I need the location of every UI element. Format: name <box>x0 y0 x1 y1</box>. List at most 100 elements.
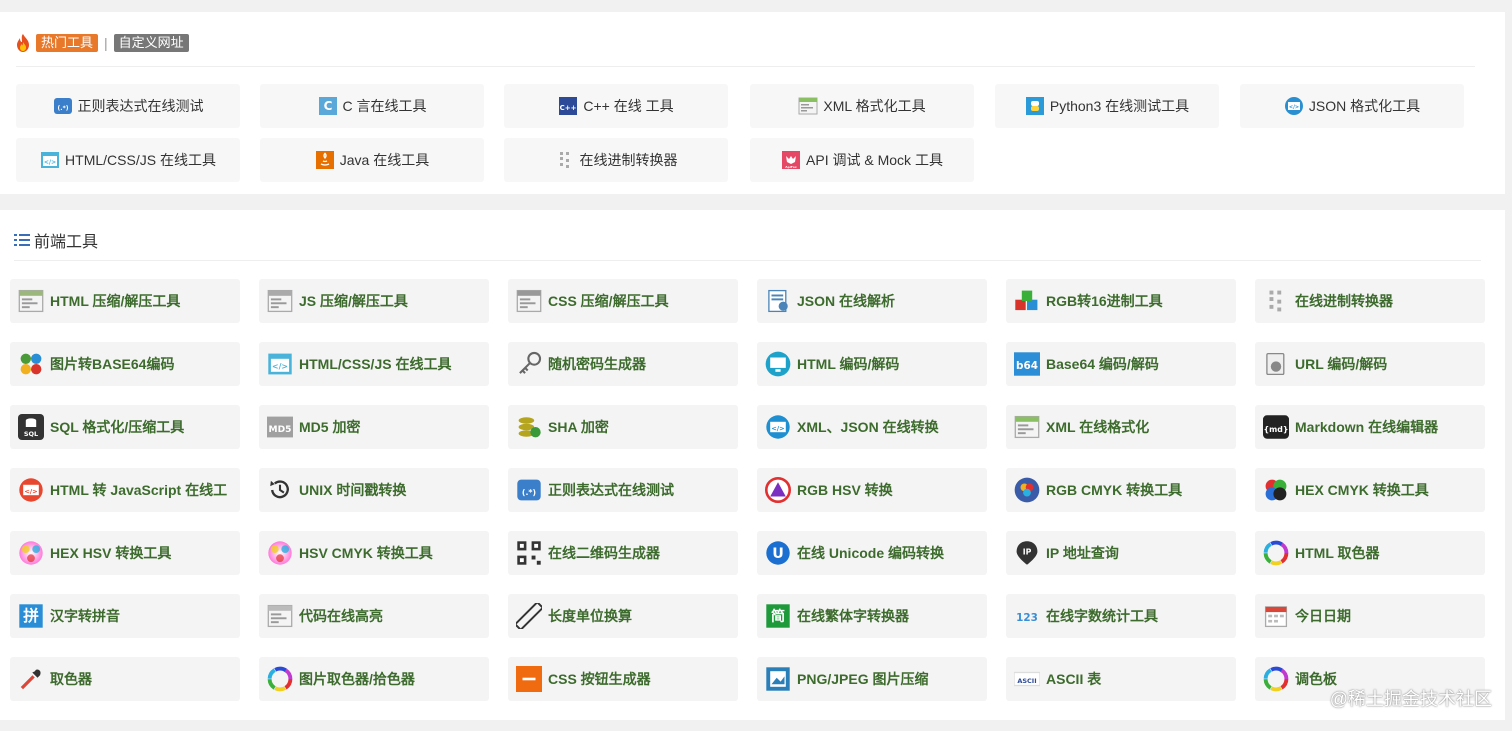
hot-tool-item[interactable]: Python3 在线测试工具 <box>995 84 1219 128</box>
frontend-tool-item[interactable]: HTML 压缩/解压工具 <box>10 279 240 323</box>
frontend-tool-item[interactable]: XML 在线格式化 <box>1006 405 1236 449</box>
frontend-tool-item[interactable]: JS 压缩/解压工具 <box>259 279 489 323</box>
frontend-tool-item[interactable]: URL 编码/解码 <box>1255 342 1485 386</box>
frontend-tool-item[interactable]: HEX CMYK 转换工具 <box>1255 468 1485 512</box>
frontend-tool-label: ASCII 表 <box>1046 671 1102 687</box>
hot-tool-label: 正则表达式在线测试 <box>77 98 204 114</box>
frontend-tool-label: RGB转16进制工具 <box>1046 293 1163 309</box>
flame-icon <box>17 34 29 52</box>
frontend-tool-label: PNG/JPEG 图片压缩 <box>797 671 929 687</box>
frontend-tool-item[interactable]: CSS 按钮生成器 <box>508 657 738 701</box>
svg-text:</>: </> <box>44 159 56 166</box>
frontend-tool-item[interactable]: HTML 编码/解码 <box>757 342 987 386</box>
python-icon <box>1025 96 1045 116</box>
frontend-tool-item[interactable]: U 在线 Unicode 编码转换 <box>757 531 987 575</box>
hot-tool-item[interactable]: </> JSON 格式化工具 <box>1240 84 1464 128</box>
palette-icon <box>1263 666 1289 692</box>
frontend-tool-item[interactable]: 今日日期 <box>1255 594 1485 638</box>
html-compress-icon <box>18 288 44 314</box>
hot-tool-item[interactable]: Java 在线工具 <box>260 138 484 182</box>
svg-text:C: C <box>323 99 332 113</box>
frontend-tool-item[interactable]: JSON 在线解析 <box>757 279 987 323</box>
frontend-tool-item[interactable]: b64 Base64 编码/解码 <box>1006 342 1236 386</box>
calendar-icon <box>1263 603 1289 629</box>
frontend-tool-item[interactable]: HEX HSV 转换工具 <box>10 531 240 575</box>
frontend-tool-item[interactable]: SQL SQL 格式化/压缩工具 <box>10 405 240 449</box>
frontend-tool-item[interactable]: 拼汉字转拼音 <box>10 594 240 638</box>
image-base64-icon <box>18 351 44 377</box>
sha-icon <box>516 414 542 440</box>
svg-text:C++: C++ <box>560 104 577 112</box>
frontend-tool-item[interactable]: 随机密码生成器 <box>508 342 738 386</box>
frontend-tool-item[interactable]: 123 在线字数统计工具 <box>1006 594 1236 638</box>
color-wheel-icon <box>1263 540 1289 566</box>
frontend-tool-item[interactable]: {md} Markdown 在线编辑器 <box>1255 405 1485 449</box>
hot-tool-label: 在线进制转换器 <box>579 152 678 168</box>
frontend-tool-item[interactable]: CSS 压缩/解压工具 <box>508 279 738 323</box>
frontend-tool-item[interactable]: SHA 加密 <box>508 405 738 449</box>
css-compress-icon <box>516 288 542 314</box>
frontend-tool-label: HEX HSV 转换工具 <box>50 545 172 561</box>
hot-tool-item[interactable]: C++ C++ 在线 工具 <box>504 84 728 128</box>
hot-tools-tab[interactable]: 热门工具 <box>36 34 99 52</box>
frontend-tool-label: XML、JSON 在线转换 <box>797 419 939 435</box>
frontend-tool-item[interactable]: </> HTML 转 JavaScript 在线工 <box>10 468 240 512</box>
frontend-tool-item[interactable]: UNIX 时间戳转换 <box>259 468 489 512</box>
hot-tool-label: API 调试 & Mock 工具 <box>806 152 943 168</box>
frontend-tool-label: JSON 在线解析 <box>797 293 896 309</box>
frontend-tool-item[interactable]: PNG/JPEG 图片压缩 <box>757 657 987 701</box>
frontend-tool-label: 取色器 <box>50 671 92 687</box>
sql-icon: SQL <box>18 414 44 440</box>
frontend-tool-item[interactable]: HTML 取色器 <box>1255 531 1485 575</box>
xml-json-icon: </> <box>765 414 791 440</box>
svg-text:b64: b64 <box>1016 360 1038 372</box>
frontend-tool-item[interactable]: HSV CMYK 转换工具 <box>259 531 489 575</box>
custom-urls-tab[interactable]: 自定义网址 <box>113 34 189 52</box>
hot-tool-item[interactable]: C C 言在线工具 <box>260 84 484 128</box>
hot-tool-item[interactable]: (.*) 正则表达式在线测试 <box>16 84 240 128</box>
frontend-tool-item[interactable]: 取色器 <box>10 657 240 701</box>
svg-text:拼: 拼 <box>23 606 39 625</box>
frontend-tool-item[interactable]: </> XML、JSON 在线转换 <box>757 405 987 449</box>
frontend-tool-item[interactable]: 图片取色器/拾色器 <box>259 657 489 701</box>
svg-text:SQL: SQL <box>24 430 38 438</box>
frontend-tool-label: IP 地址查询 <box>1046 545 1119 561</box>
svg-text:U: U <box>772 546 784 562</box>
frontend-tool-item[interactable]: 在线进制转换器 <box>1255 279 1485 323</box>
frontend-tool-label: 代码在线高亮 <box>299 608 383 624</box>
frontend-tool-label: 图片取色器/拾色器 <box>299 671 415 687</box>
frontend-tool-item[interactable]: RGB转16进制工具 <box>1006 279 1236 323</box>
frontend-tool-label: 今日日期 <box>1295 608 1351 624</box>
css-button-icon <box>516 666 542 692</box>
svg-text:{md}: {md} <box>1264 425 1289 434</box>
frontend-tool-label: 正则表达式在线测试 <box>548 482 674 498</box>
rgb-hex-icon <box>1014 288 1040 314</box>
svg-text:简: 简 <box>771 607 785 625</box>
frontend-tool-item[interactable]: (.*) 正则表达式在线测试 <box>508 468 738 512</box>
hot-tools-panel: 热门工具 | 自定义网址 (.*) 正则表达式在线测试 C C 言在线工具 C++ C++… <box>0 12 1505 194</box>
frontend-tool-label: 在线 Unicode 编码转换 <box>797 545 945 561</box>
frontend-tool-item[interactable]: MD5 MD5 加密 <box>259 405 489 449</box>
hot-tool-item[interactable]: </> HTML/CSS/JS 在线工具 <box>16 138 240 182</box>
divider <box>16 66 1475 67</box>
frontend-tool-item[interactable]: 简在线繁体字转换器 <box>757 594 987 638</box>
frontend-tool-label: RGB HSV 转换 <box>797 482 893 498</box>
frontend-tool-item[interactable]: RGB CMYK 转换工具 <box>1006 468 1236 512</box>
frontend-tool-label: 图片转BASE64编码 <box>50 356 175 372</box>
frontend-tool-item[interactable]: RGB HSV 转换 <box>757 468 987 512</box>
frontend-tool-item[interactable]: IP IP 地址查询 <box>1006 531 1236 575</box>
frontend-tool-item[interactable]: </> HTML/CSS/JS 在线工具 <box>259 342 489 386</box>
hot-tool-item[interactable]: XML 格式化工具 <box>750 84 974 128</box>
hex-hsv-icon <box>18 540 44 566</box>
hot-tool-item[interactable]: 在线进制转换器 <box>504 138 728 182</box>
svg-text:123: 123 <box>1016 612 1038 624</box>
svg-text:</>: </> <box>272 362 288 371</box>
hot-tool-item[interactable]: ApiFox API 调试 & Mock 工具 <box>750 138 974 182</box>
frontend-tool-item[interactable]: ASCII ASCII 表 <box>1006 657 1236 701</box>
frontend-tool-item[interactable]: 图片转BASE64编码 <box>10 342 240 386</box>
frontend-tool-item[interactable]: 在线二维码生成器 <box>508 531 738 575</box>
word-count-icon: 123 <box>1014 603 1040 629</box>
frontend-tool-item[interactable]: 长度单位换算 <box>508 594 738 638</box>
frontend-tool-item[interactable]: 代码在线高亮 <box>259 594 489 638</box>
binary-icon <box>1263 288 1289 314</box>
